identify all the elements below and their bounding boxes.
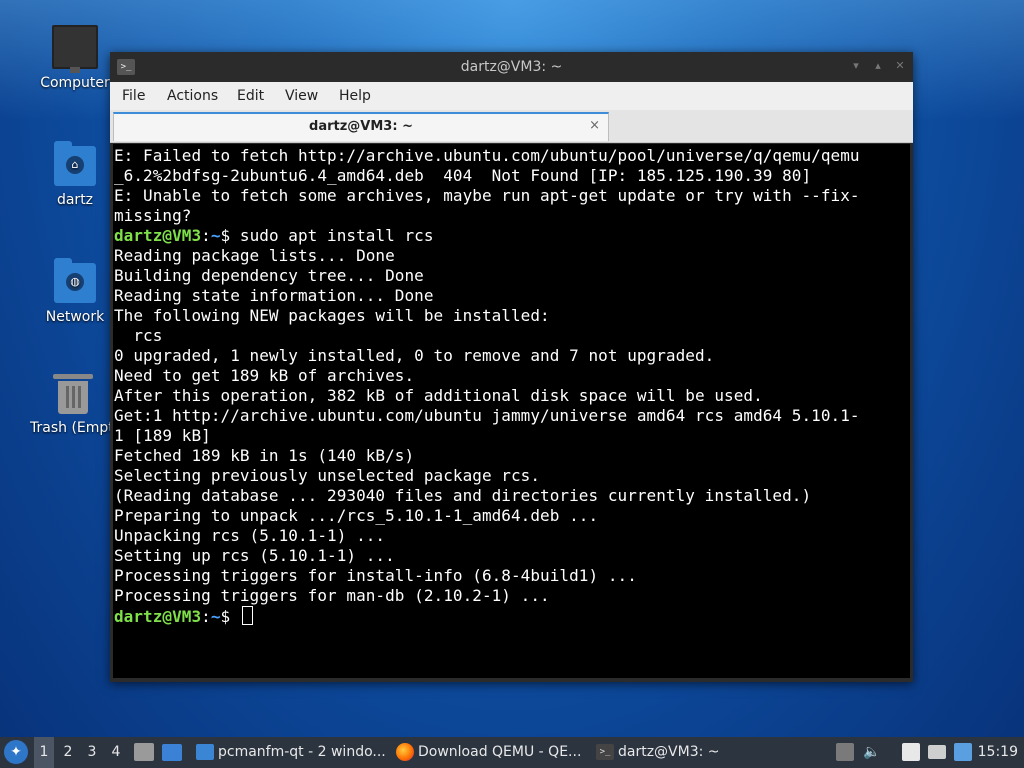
desktop-icon-label: dartz <box>56 192 94 208</box>
menu-bar: File Actions Edit View Help <box>110 82 913 110</box>
terminal-line: Need to get 189 kB of archives. <box>114 366 415 385</box>
window-titlebar[interactable]: >_ dartz@VM3: ~ ▾ ▴ ✕ <box>110 52 913 82</box>
network-folder-icon: ◍ <box>54 258 96 303</box>
terminal-line: E: Unable to fetch some archives, maybe … <box>114 186 860 205</box>
prompt-symbol: $ <box>220 607 240 626</box>
clock[interactable]: 15:19 <box>978 737 1018 768</box>
prompt-user: dartz@VM3 <box>114 226 202 245</box>
terminal-line: E: Failed to fetch http://archive.ubuntu… <box>114 146 860 165</box>
terminal-line: Unpacking rcs (5.10.1-1) ... <box>114 526 386 545</box>
minimize-icon[interactable]: ▾ <box>850 60 862 72</box>
network-tray-icon[interactable] <box>928 745 946 759</box>
firefox-icon <box>396 743 414 761</box>
terminal-line: missing? <box>114 206 192 225</box>
terminal-line: Preparing to unpack .../rcs_5.10.1-1_amd… <box>114 506 599 525</box>
desktop-icon-network[interactable]: ◍ Network <box>30 258 120 325</box>
desktop-icon-home[interactable]: ⌂ dartz <box>30 141 120 208</box>
home-folder-icon: ⌂ <box>54 141 96 186</box>
workspace-4[interactable]: 4 <box>106 737 126 768</box>
desktop-icon-label: Computer <box>40 75 110 91</box>
tab-label: dartz@VM3: ~ <box>309 119 413 134</box>
task-label: pcmanfm-qt - 2 windo... <box>218 744 386 760</box>
prompt-path: ~ <box>210 226 221 245</box>
terminal-line: Get:1 http://archive.ubuntu.com/ubuntu j… <box>114 406 860 425</box>
close-icon[interactable]: ✕ <box>894 60 906 72</box>
prompt-command: $ sudo apt install rcs <box>220 226 434 245</box>
workspace-3[interactable]: 3 <box>82 737 102 768</box>
terminal-line: The following NEW packages will be insta… <box>114 306 550 325</box>
terminal-line: Setting up rcs (5.10.1-1) ... <box>114 546 395 565</box>
tab-bar: dartz@VM3: ~ × <box>110 110 913 143</box>
prompt-line: dartz@VM3:~$ sudo apt install rcs <box>114 226 434 245</box>
task-label: Download QEMU - QE... <box>418 744 582 760</box>
menu-file[interactable]: File <box>122 88 145 104</box>
terminal-line: After this operation, 382 kB of addition… <box>114 386 763 405</box>
prompt-path: ~ <box>210 607 221 626</box>
terminal-line: Building dependency tree... Done <box>114 266 424 285</box>
task-label: dartz@VM3: ~ <box>618 744 720 760</box>
desktop-icon-label: Trash (Empty) <box>30 420 115 436</box>
menu-actions[interactable]: Actions <box>167 88 218 104</box>
task-terminal[interactable]: >_ dartz@VM3: ~ <box>594 737 748 768</box>
workspace-2[interactable]: 2 <box>58 737 78 768</box>
start-menu-icon[interactable]: ✦ <box>4 740 28 764</box>
terminal-window[interactable]: >_ dartz@VM3: ~ ▾ ▴ ✕ File Actions Edit … <box>110 52 913 682</box>
terminal-line: 1 [189 kB] <box>114 426 211 445</box>
terminal-line: Fetched 189 kB in 1s (140 kB/s) <box>114 446 415 465</box>
taskbar: ✦ 1 2 3 4 pcmanfm-qt - 2 windo... Downlo… <box>0 737 1024 768</box>
menu-view[interactable]: View <box>285 88 318 104</box>
workspace-1[interactable]: 1 <box>34 737 54 768</box>
file-manager-launcher-icon[interactable] <box>162 744 182 761</box>
terminal-line: Processing triggers for install-info (6.… <box>114 566 637 585</box>
tab-terminal[interactable]: dartz@VM3: ~ × <box>113 112 609 141</box>
trash-icon <box>52 374 93 414</box>
tab-close-icon[interactable]: × <box>589 118 600 133</box>
terminal-output[interactable]: E: Failed to fetch http://archive.ubuntu… <box>113 144 910 678</box>
terminal-line: 0 upgraded, 1 newly installed, 0 to remo… <box>114 346 715 365</box>
menu-edit[interactable]: Edit <box>237 88 264 104</box>
terminal-line: Processing triggers for man-db (2.10.2-1… <box>114 586 550 605</box>
volume-icon[interactable]: 🔈 <box>862 737 882 768</box>
terminal-line: Reading state information... Done <box>114 286 434 305</box>
task-firefox[interactable]: Download QEMU - QE... <box>394 737 612 768</box>
window-title: dartz@VM3: ~ <box>460 59 563 75</box>
folder-icon <box>196 744 214 760</box>
terminal-line: _6.2%2bdfsg-2ubuntu6.4_amd64.deb 404 Not… <box>114 166 812 185</box>
terminal-line: (Reading database ... 293040 files and d… <box>114 486 812 505</box>
prompt-line[interactable]: dartz@VM3:~$ <box>114 606 910 627</box>
desktop-icon-trash[interactable]: Trash (Empty) <box>30 374 115 436</box>
terminal-line: Selecting previously unselected package … <box>114 466 541 485</box>
terminal-line: Reading package lists... Done <box>114 246 395 265</box>
task-pcmanfm[interactable]: pcmanfm-qt - 2 windo... <box>194 737 412 768</box>
update-notifier-icon[interactable] <box>954 743 972 761</box>
computer-icon <box>52 25 98 73</box>
clipboard-icon[interactable] <box>902 743 920 761</box>
show-desktop-icon[interactable] <box>134 743 154 761</box>
terminal-icon: >_ <box>596 744 614 760</box>
tray-up-arrow-icon[interactable] <box>836 743 854 761</box>
desktop-icon-label: Network <box>45 309 105 325</box>
maximize-icon[interactable]: ▴ <box>872 60 884 72</box>
desktop-icon-computer[interactable]: Computer <box>30 25 120 91</box>
menu-help[interactable]: Help <box>339 88 371 104</box>
text-cursor <box>241 606 253 625</box>
terminal-line: rcs <box>114 326 163 345</box>
prompt-user: dartz@VM3 <box>114 607 202 626</box>
